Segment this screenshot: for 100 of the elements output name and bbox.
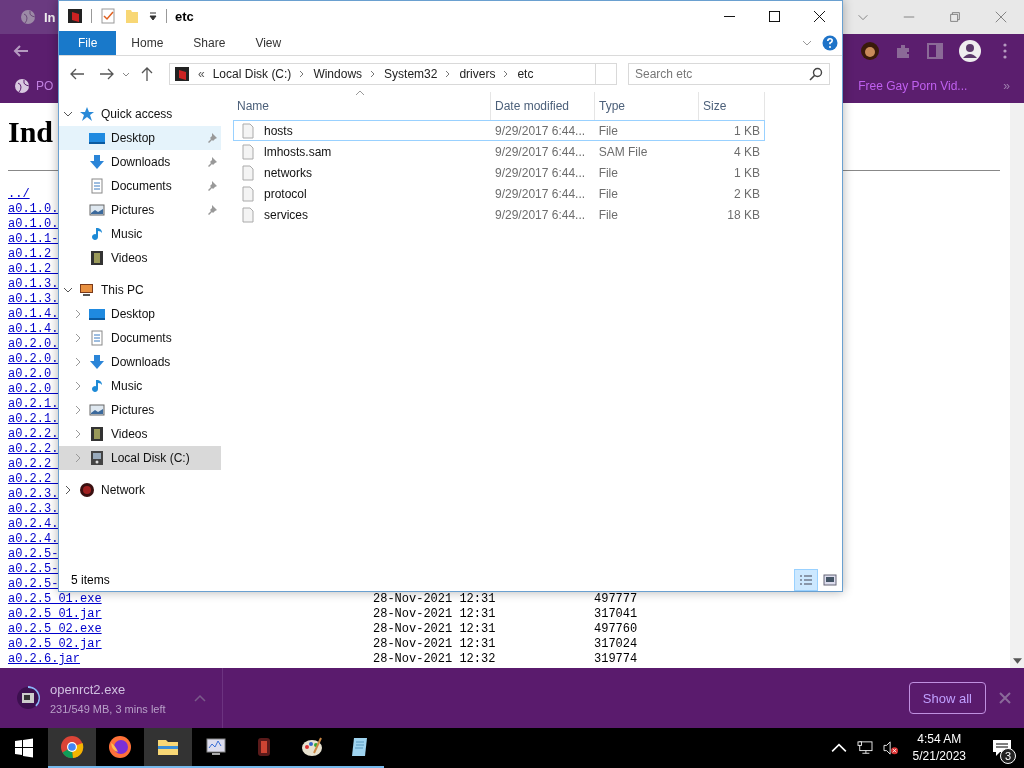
chevron-right-icon[interactable] (445, 70, 452, 78)
ribbon-tab[interactable]: Share (178, 31, 241, 55)
address-bar[interactable]: « Local Disk (C:) Windows System32 drivers etc (169, 63, 617, 85)
file-link[interactable]: a0.2.2_ (8, 457, 59, 472)
file-link[interactable]: a0.1.3. (8, 292, 59, 307)
notifications-button[interactable]: 3 (980, 728, 1024, 768)
file-link[interactable]: a0.2.3. (8, 487, 59, 502)
muted-speaker-icon[interactable] (882, 741, 899, 755)
file-link[interactable]: a0.1.0. (8, 217, 59, 232)
pin-icon[interactable] (207, 133, 217, 143)
overflow-chevron[interactable]: « (198, 67, 205, 81)
file-link[interactable]: a0.2.5- (8, 547, 59, 562)
breadcrumb[interactable]: etc (517, 67, 534, 81)
taskbar-app[interactable] (144, 728, 192, 768)
file-link[interactable]: a0.2.0. (8, 337, 59, 352)
file-link[interactable]: a0.2.5- (8, 577, 59, 592)
chevron-right-icon[interactable] (299, 70, 306, 78)
file-link[interactable]: a0.2.0_ (8, 367, 59, 382)
file-link[interactable]: a0.2.2_ (8, 472, 59, 487)
file-link[interactable]: a0.2.2. (8, 427, 59, 442)
chevron-up-icon[interactable] (830, 741, 847, 755)
file-link[interactable]: a0.2.1. (8, 412, 59, 427)
chevron-right-icon[interactable] (370, 70, 377, 78)
tree-item[interactable]: Downloads (59, 350, 221, 374)
file-row[interactable]: lmhosts.sam 9/29/2017 6:44... SAM File 4 KB (233, 141, 765, 162)
column-header[interactable]: Size (699, 92, 765, 120)
file-row[interactable]: protocol 9/29/2017 6:44... File 2 KB (233, 183, 765, 204)
file-link[interactable]: a0.2.3. (8, 502, 59, 517)
chevron-icon[interactable] (63, 285, 73, 295)
search-field[interactable]: Search etc (628, 63, 830, 85)
tree-item[interactable]: Pictures (59, 398, 221, 422)
file-row[interactable]: hosts 9/29/2017 6:44... File 1 KB (233, 120, 765, 141)
ribbon-tab[interactable]: View (240, 31, 297, 55)
file-row[interactable]: networks 9/29/2017 6:44... File 1 KB (233, 162, 765, 183)
tree-item[interactable]: Quick access (59, 102, 221, 126)
bookmark[interactable]: PO (14, 77, 54, 94)
ribbon-tab[interactable]: File (59, 31, 117, 55)
file-link[interactable]: a0.2.4. (8, 517, 59, 532)
file-link[interactable]: a0.1.4. (8, 322, 59, 337)
tree-item[interactable]: Videos (59, 246, 221, 270)
pin-icon[interactable] (207, 205, 217, 215)
file-link[interactable]: a0.1.2_ (8, 262, 59, 277)
tree-item[interactable]: Desktop (59, 126, 221, 150)
tree-item[interactable]: Music (59, 374, 221, 398)
column-header[interactable]: Name (233, 92, 491, 120)
file-link[interactable]: a0.2.4. (8, 532, 59, 547)
pin-icon[interactable] (207, 157, 217, 167)
file-link[interactable]: a0.1.3. (8, 277, 59, 292)
tree-item[interactable]: Documents (59, 174, 221, 198)
file-link[interactable]: ../ (8, 187, 30, 202)
breadcrumb[interactable]: drivers (459, 67, 496, 81)
tree-item[interactable]: Music (59, 222, 221, 246)
profile-icon[interactable] (958, 39, 982, 63)
help-icon[interactable] (822, 35, 838, 51)
tree-item[interactable]: This PC (59, 278, 221, 302)
file-link[interactable]: a0.2.5- (8, 562, 59, 577)
file-link[interactable]: a0.2.2. (8, 442, 59, 457)
tree-item[interactable]: Documents (59, 326, 221, 350)
side-panel-icon[interactable] (926, 42, 944, 60)
chevron-icon[interactable] (63, 109, 73, 119)
show-all-button[interactable]: Show all (908, 682, 986, 714)
browser-tab[interactable]: In (0, 0, 58, 34)
column-header[interactable]: Date modified (491, 92, 595, 120)
tree-item[interactable]: Desktop (59, 302, 221, 326)
file-link[interactable]: a0.2.5_01.jar (8, 607, 102, 622)
file-link[interactable]: a0.2.0. (8, 352, 59, 367)
chevron-icon[interactable] (63, 485, 73, 495)
clock[interactable]: 4:54 AM 5/21/2023 (908, 731, 970, 765)
breadcrumb[interactable]: System32 (384, 67, 438, 81)
file-link[interactable]: a0.1.0. (8, 202, 59, 217)
puzzle-icon[interactable] (894, 42, 912, 60)
start-button[interactable] (14, 738, 34, 758)
file-link[interactable]: a0.2.5_02.exe (8, 622, 102, 637)
expand-ribbon-icon[interactable] (802, 38, 812, 48)
file-link[interactable]: a0.2.1. (8, 397, 59, 412)
tree-item[interactable]: Videos (59, 422, 221, 446)
breadcrumb[interactable]: Local Disk (C:) (212, 67, 292, 81)
up-icon[interactable] (139, 66, 155, 82)
more-bookmarks-button[interactable]: » (1003, 78, 1010, 93)
tree-item[interactable]: Network (59, 478, 221, 502)
file-row[interactable]: services 9/29/2017 6:44... File 18 KB (233, 204, 765, 225)
scroll-down-icon[interactable] (1012, 658, 1022, 664)
network-icon[interactable] (856, 741, 873, 755)
tree-item[interactable]: Downloads (59, 150, 221, 174)
forward-icon[interactable] (99, 66, 115, 82)
column-header[interactable]: Type (595, 92, 699, 120)
file-link[interactable]: a0.2.5_01.exe (8, 592, 102, 607)
scrollbar[interactable] (1010, 103, 1024, 668)
file-link[interactable]: a0.2.6.jar (8, 652, 80, 667)
back-icon[interactable] (69, 66, 85, 82)
avatar-icon[interactable] (860, 41, 880, 61)
file-link[interactable]: a0.1.2_ (8, 247, 59, 262)
file-link[interactable]: a0.1.1- (8, 232, 59, 247)
breadcrumb[interactable]: Windows (313, 67, 363, 81)
customize-dropdown-icon[interactable] (148, 11, 158, 21)
file-link[interactable]: a0.2.5_02.jar (8, 637, 102, 652)
tree-item[interactable]: Pictures (59, 198, 221, 222)
pin-icon[interactable] (207, 181, 217, 191)
tree-item[interactable]: Local Disk (C:) (59, 446, 221, 470)
properties-icon[interactable] (100, 8, 116, 24)
